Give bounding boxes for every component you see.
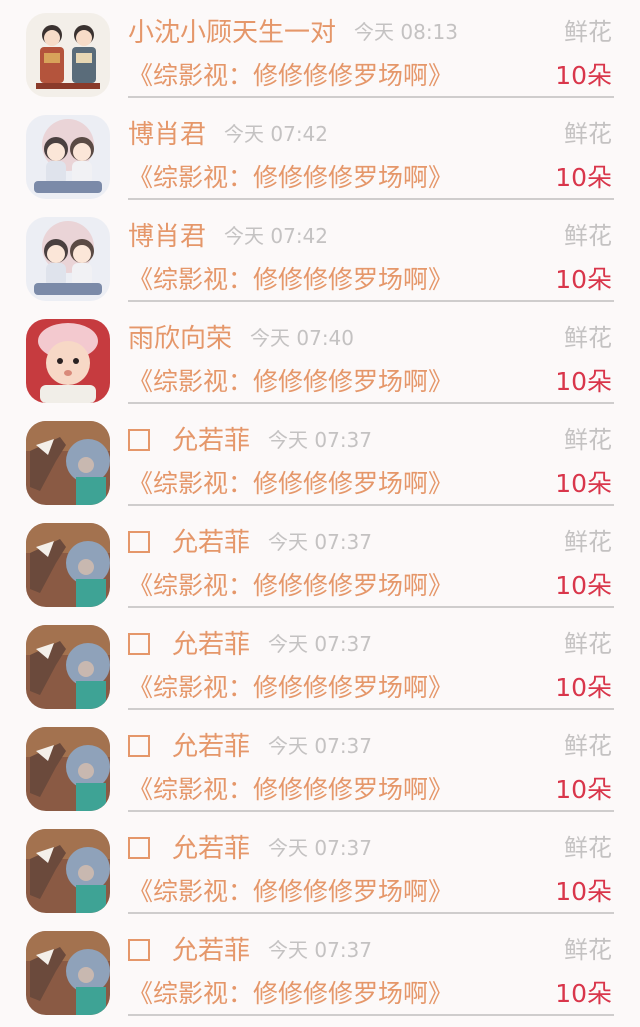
row-divider [128,198,614,200]
list-item[interactable]: 允若菲 今天 07:37 鲜花 《综影视：修修修修罗场啊》 10朵 [0,510,640,612]
list-item[interactable]: 允若菲 今天 07:37 鲜花 《综影视：修修修修罗场啊》 10朵 [0,612,640,714]
gift-type-label: 鲜花 [564,834,612,862]
username[interactable]: 博肖君 今天 07:42 [128,218,328,255]
list-item[interactable]: 博肖君 今天 07:42 鲜花 《综影视：修修修修罗场啊》 10朵 [0,204,640,306]
gift-count: 10朵 [555,979,612,1008]
checkbox-icon[interactable] [128,429,150,451]
username[interactable]: 允若菲 今天 07:37 [128,728,372,765]
gift-type-label: 鲜花 [564,18,612,46]
list-item[interactable]: 允若菲 今天 07:37 鲜花 《综影视：修修修修罗场啊》 10朵 [0,408,640,510]
book-title-link[interactable]: 《综影视：修修修修罗场啊》 [128,160,453,196]
avatar[interactable] [26,829,110,913]
gift-count: 10朵 [555,877,612,906]
checkbox-icon[interactable] [128,531,150,553]
avatar[interactable] [26,727,110,811]
row-divider [128,708,614,710]
gift-count: 10朵 [555,571,612,600]
timestamp: 今天 07:40 [250,326,355,350]
avatar-anime-horse-icon [26,829,110,913]
row-divider [128,504,614,506]
book-title-link[interactable]: 《综影视：修修修修罗场啊》 [128,874,453,910]
gift-count: 10朵 [555,265,612,294]
row-divider [128,810,614,812]
timestamp: 今天 07:37 [268,428,373,452]
list-item[interactable]: 允若菲 今天 07:37 鲜花 《综影视：修修修修罗场啊》 10朵 [0,918,640,1020]
timestamp: 今天 07:37 [268,836,373,860]
username[interactable]: 雨欣向荣 今天 07:40 [128,320,354,357]
book-title-link[interactable]: 《综影视：修修修修罗场啊》 [128,568,453,604]
username[interactable]: 允若菲 今天 07:37 [128,524,372,561]
list-item[interactable]: 雨欣向荣 今天 07:40 鲜花 《综影视：修修修修罗场啊》 10朵 [0,306,640,408]
avatar-couple-costume-icon [26,13,110,97]
timestamp: 今天 07:37 [268,734,373,758]
row-divider [128,96,614,98]
row-divider [128,1014,614,1016]
gift-type-label: 鲜花 [564,222,612,250]
book-title-link[interactable]: 《综影视：修修修修罗场啊》 [128,670,453,706]
gift-type-label: 鲜花 [564,426,612,454]
avatar-anime-horse-icon [26,523,110,607]
avatar[interactable] [26,625,110,709]
gift-count: 10朵 [555,367,612,396]
gift-type-label: 鲜花 [564,324,612,352]
book-title-link[interactable]: 《综影视：修修修修罗场啊》 [128,976,453,1012]
gift-type-label: 鲜花 [564,630,612,658]
avatar[interactable] [26,217,110,301]
gift-record-list: 小沈小顾天生一对 今天 08:13 鲜花 《综影视：修修修修罗场啊》 10朵 博肖… [0,0,640,1027]
avatar-anime-horse-icon [26,727,110,811]
username[interactable]: 博肖君 今天 07:42 [128,116,328,153]
book-title-link[interactable]: 《综影视：修修修修罗场啊》 [128,262,453,298]
username[interactable]: 小沈小顾天生一对 今天 08:13 [128,14,458,51]
avatar[interactable] [26,931,110,1015]
avatar-baby-photo-icon [26,319,110,403]
timestamp: 今天 07:42 [224,122,329,146]
username[interactable]: 允若菲 今天 07:37 [128,422,372,459]
avatar-anime-horse-icon [26,421,110,505]
book-title-link[interactable]: 《综影视：修修修修罗场啊》 [128,58,453,94]
gift-type-label: 鲜花 [564,732,612,760]
checkbox-icon[interactable] [128,837,150,859]
timestamp: 今天 07:37 [268,530,373,554]
gift-count: 10朵 [555,469,612,498]
list-item[interactable]: 博肖君 今天 07:42 鲜花 《综影视：修修修修罗场啊》 10朵 [0,102,640,204]
row-divider [128,402,614,404]
list-item[interactable]: 允若菲 今天 07:37 鲜花 《综影视：修修修修罗场啊》 10朵 [0,714,640,816]
timestamp: 今天 08:13 [354,20,459,44]
checkbox-icon[interactable] [128,735,150,757]
book-title-link[interactable]: 《综影视：修修修修罗场啊》 [128,466,453,502]
username[interactable]: 允若菲 今天 07:37 [128,830,372,867]
avatar-anime-horse-icon [26,625,110,709]
avatar[interactable] [26,421,110,505]
checkbox-icon[interactable] [128,633,150,655]
username[interactable]: 允若菲 今天 07:37 [128,932,372,969]
gift-type-label: 鲜花 [564,528,612,556]
gift-type-label: 鲜花 [564,936,612,964]
timestamp: 今天 07:37 [268,632,373,656]
list-item[interactable]: 允若菲 今天 07:37 鲜花 《综影视：修修修修罗场啊》 10朵 [0,816,640,918]
gift-count: 10朵 [555,775,612,804]
list-item[interactable]: 小沈小顾天生一对 今天 08:13 鲜花 《综影视：修修修修罗场啊》 10朵 [0,0,640,102]
timestamp: 今天 07:42 [224,224,329,248]
avatar[interactable] [26,319,110,403]
row-divider [128,606,614,608]
row-divider [128,300,614,302]
gift-count: 10朵 [555,163,612,192]
avatar-chibi-pair-icon [26,217,110,301]
avatar[interactable] [26,13,110,97]
book-title-link[interactable]: 《综影视：修修修修罗场啊》 [128,364,453,400]
avatar[interactable] [26,115,110,199]
book-title-link[interactable]: 《综影视：修修修修罗场啊》 [128,772,453,808]
checkbox-icon[interactable] [128,939,150,961]
row-divider [128,912,614,914]
username[interactable]: 允若菲 今天 07:37 [128,626,372,663]
timestamp: 今天 07:37 [268,938,373,962]
avatar-chibi-pair-icon [26,115,110,199]
gift-count: 10朵 [555,673,612,702]
avatar-anime-horse-icon [26,931,110,1015]
avatar[interactable] [26,523,110,607]
gift-count: 10朵 [555,61,612,90]
gift-type-label: 鲜花 [564,120,612,148]
